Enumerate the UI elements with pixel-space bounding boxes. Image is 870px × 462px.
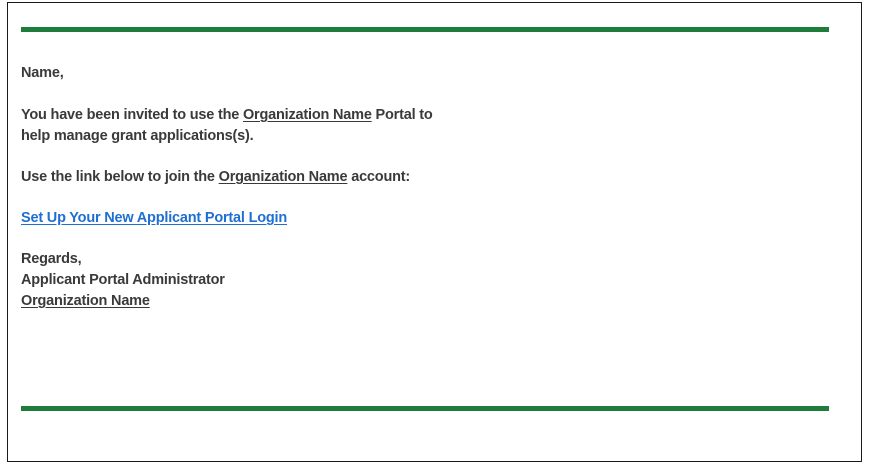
invite-paragraph: You have been invited to use the Organiz… — [21, 105, 821, 147]
signature: Regards, Applicant Portal Administrator … — [21, 249, 821, 312]
instruction-suffix: account: — [347, 169, 411, 185]
signature-title: Applicant Portal Administrator — [21, 272, 225, 288]
instruction-prefix: Use the link below to join the — [21, 169, 219, 185]
organization-name: Organization Name — [242, 107, 372, 123]
bottom-divider — [21, 406, 829, 411]
invite-line-2: help manage grant applications(s). — [21, 128, 254, 144]
signature-closing: Regards, — [21, 251, 82, 267]
greeting: Name, — [21, 65, 64, 81]
top-divider — [21, 27, 829, 32]
invite-suffix: Portal to — [371, 107, 433, 123]
setup-login-link[interactable]: Set Up Your New Applicant Portal Login — [21, 208, 287, 229]
invite-prefix: You have been invited to use the — [21, 107, 243, 123]
signature-organization: Organization Name — [21, 293, 150, 309]
organization-name: Organization Name — [218, 169, 348, 185]
email-body: Name, You have been invited to use the O… — [21, 63, 821, 312]
instruction-paragraph: Use the link below to join the Organizat… — [21, 167, 821, 188]
